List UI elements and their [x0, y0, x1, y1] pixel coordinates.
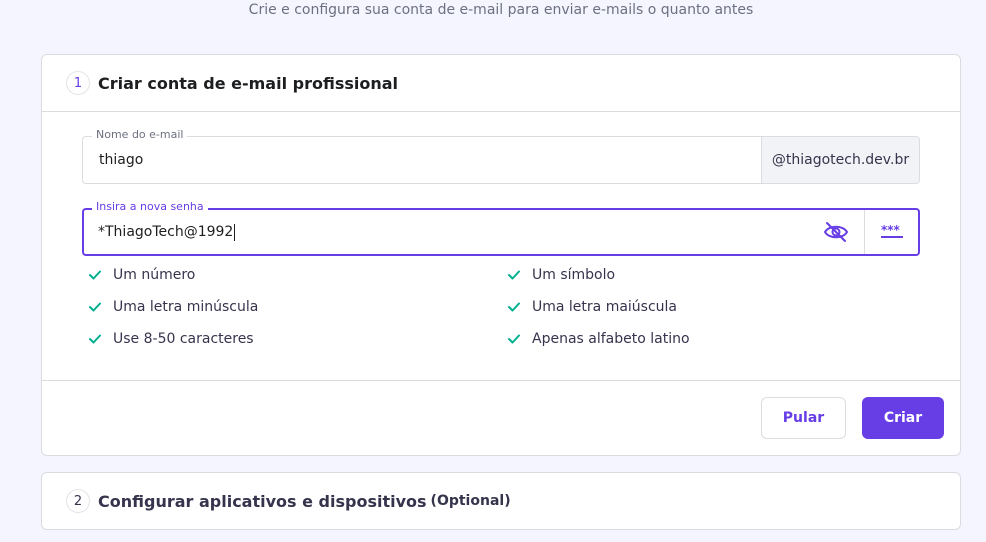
- step-title: Criar conta de e-mail profissional: [98, 73, 399, 93]
- step-configure-apps-card[interactable]: 2 Configurar aplicativos e dispositivos …: [41, 472, 961, 530]
- email-name-field[interactable]: Nome do e-mail thiago @thiagotech.dev.br: [82, 128, 920, 184]
- step-create-email-card: 1 Criar conta de e-mail profissional Nom…: [41, 54, 961, 456]
- password-field[interactable]: Insira a nova senha *ThiagoTech@1992 ***: [82, 200, 920, 256]
- password-requirements: Um número Um símbolo Uma letra minúscula…: [88, 265, 928, 349]
- skip-button[interactable]: Pular: [761, 397, 846, 439]
- check-icon: [89, 302, 101, 312]
- check-icon: [508, 334, 520, 344]
- requirement-label: Uma letra minúscula: [113, 299, 259, 315]
- requirement-label: Um símbolo: [532, 267, 616, 283]
- requirement-label: Apenas alfabeto latino: [532, 331, 690, 347]
- requirement-item: Um símbolo: [507, 265, 907, 285]
- step-header: 1 Criar conta de e-mail profissional: [42, 55, 960, 112]
- step-number: 1: [66, 71, 90, 95]
- requirement-label: Uma letra maiúscula: [532, 299, 678, 315]
- email-domain-suffix: @thiagotech.dev.br: [761, 137, 919, 183]
- card-divider: [42, 380, 960, 381]
- check-icon: [508, 270, 520, 280]
- text-caret: [234, 223, 236, 241]
- requirement-item: Uma letra minúscula: [88, 297, 507, 317]
- password-dots-icon: ***: [880, 225, 903, 238]
- eye-off-icon: [823, 222, 849, 242]
- check-icon: [508, 302, 520, 312]
- password-label: Insira a nova senha: [92, 200, 208, 214]
- password-value: *ThiagoTech@1992: [98, 224, 234, 240]
- check-icon: [89, 334, 101, 344]
- create-button[interactable]: Criar: [862, 397, 944, 439]
- check-icon: [89, 270, 101, 280]
- requirement-item: Use 8-50 caracteres: [88, 329, 507, 349]
- requirement-label: Um número: [113, 267, 196, 283]
- optional-tag: (Optional): [430, 493, 511, 509]
- generate-password-button[interactable]: ***: [864, 210, 918, 254]
- requirement-item: Um número: [88, 265, 507, 285]
- requirement-label: Use 8-50 caracteres: [113, 331, 254, 347]
- step-title: Configurar aplicativos e dispositivos: [98, 491, 427, 511]
- password-input[interactable]: *ThiagoTech@1992: [84, 210, 808, 254]
- svg-text:***: ***: [881, 225, 901, 237]
- step-header[interactable]: 2 Configurar aplicativos e dispositivos …: [42, 473, 960, 529]
- toggle-password-visibility-button[interactable]: [808, 210, 864, 254]
- page-subtitle: Crie e configura sua conta de e-mail par…: [248, 2, 754, 18]
- email-name-input[interactable]: thiago: [83, 137, 761, 183]
- requirement-item: Apenas alfabeto latino: [507, 329, 907, 349]
- step-number: 2: [66, 489, 90, 513]
- email-name-label: Nome do e-mail: [92, 128, 188, 142]
- requirement-item: Uma letra maiúscula: [507, 297, 907, 317]
